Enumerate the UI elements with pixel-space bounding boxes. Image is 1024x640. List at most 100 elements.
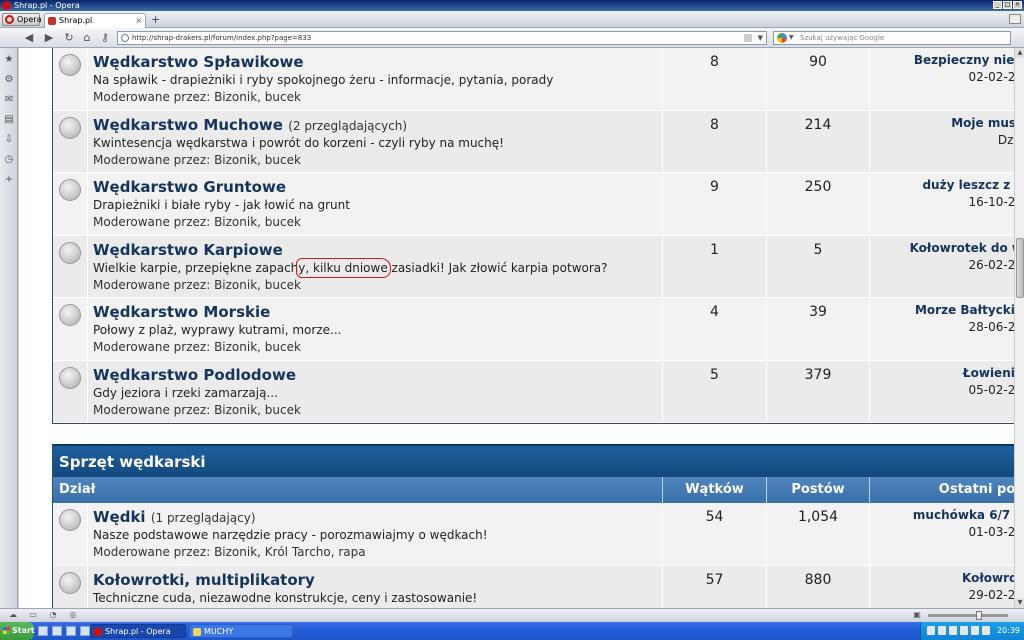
last-post-link[interactable]: Bezpieczny niep [914,53,1014,67]
last-post-date: Dzis [997,132,1014,147]
last-post-link[interactable]: Kołowrotek do w [910,241,1014,255]
back-icon[interactable]: ◀ [22,31,36,45]
start-button[interactable]: Start [0,622,35,640]
close-tab-icon[interactable]: × [135,14,142,27]
forum-row: Wędkarstwo Podlodowe Gdy jeziora i rzeki… [53,360,1014,423]
feed-icon[interactable] [744,34,752,42]
last-post-date: 05-02-20 [968,382,1014,397]
opera-menu-button[interactable]: Opera [2,13,42,26]
post-count: 1,054 [797,509,839,525]
settings-gear-icon[interactable]: ⚙ [3,74,15,86]
close-window-button[interactable]: × [1013,1,1022,9]
forum-title-link[interactable]: Wędkarstwo Spławikowe [93,53,304,71]
google-icon [777,33,787,43]
notes-icon[interactable]: ▤ [3,114,15,126]
bookmark-star-icon[interactable]: ★ [3,54,15,66]
add-panel-icon[interactable]: + [3,174,15,186]
forum-title-link[interactable]: Wędki [93,508,146,526]
search-field[interactable]: ▼ Szukaj używając Google [773,31,1011,45]
opera-menu-label: Opera [17,15,42,24]
forum-title-link[interactable]: Kołowrotki, multiplikatory [93,571,315,589]
forum-title-link[interactable]: Wędkarstwo Podlodowe [93,366,296,384]
key-icon[interactable]: ⚷ [98,31,112,45]
task-folder[interactable]: MUCHY [189,624,293,638]
scrollbar-thumb[interactable] [1016,238,1024,298]
security-icon[interactable] [982,626,990,635]
last-post-link[interactable]: Łowienie [963,366,1014,380]
opera-quicklaunch-icon[interactable] [80,626,90,636]
desktop-quicklaunch-icon[interactable] [52,626,62,636]
last-post-link[interactable]: Kołowrot [962,571,1014,585]
last-post-date: 02-02-20 [968,70,1014,84]
start-label: Start [12,626,35,635]
forum-description: Na spławik - drapieżniki i ryby spokojne… [93,73,554,87]
forum-status-icon [59,54,81,76]
turbo-icon[interactable]: ◔ [48,610,58,620]
speed-dial-icon[interactable]: ◎ [68,610,78,620]
volume-icon[interactable] [971,626,979,635]
forum-title-link[interactable]: Wędkarstwo Muchowe [93,116,283,134]
tab-list-icon[interactable] [1009,14,1021,24]
last-post-link[interactable]: duży leszcz z d [922,178,1014,192]
tab-shrap[interactable]: Shrap.pl × [44,13,146,28]
media-quicklaunch-icon[interactable] [66,626,76,636]
forum-status-icon [59,509,81,531]
shield-icon[interactable] [960,626,968,635]
forum-status-icon [59,304,81,326]
home-icon[interactable]: ⌂ [80,31,94,45]
panel-toggle-icon[interactable]: ▭ [28,610,38,620]
transfers-icon[interactable]: ⇩ [3,134,15,146]
zoom-slider-handle[interactable] [976,611,982,620]
forum-status-icon [59,366,81,389]
forum-title-link[interactable]: Wędkarstwo Karpiowe [93,241,283,259]
search-engine-dropdown-icon[interactable]: ▼ [789,32,794,44]
forum-title-link[interactable]: Wędkarstwo Morskie [93,303,270,321]
col-header-ostatni: Ostatni pos [870,477,1014,503]
ie-quicklaunch-icon[interactable] [38,626,48,636]
window-title-bar: Shrap.pl - Opera _ □ × [0,0,1024,11]
scroll-up-icon[interactable]: ▲ [1015,48,1024,58]
forum-row: Wędkarstwo Morskie Połowy z plaż, wypraw… [53,298,1014,361]
forward-icon[interactable]: ▶ [42,31,56,45]
history-icon[interactable]: ◷ [3,154,15,166]
forum-row: Kołowrotki, multiplikatory Techniczne cu… [53,565,1014,608]
forum-title-link[interactable]: Wędkarstwo Gruntowe [93,178,286,196]
view-icon[interactable]: ▣ [912,610,922,620]
task-opera[interactable]: Shrap.pl - Opera [90,624,186,638]
zoom-slider[interactable] [928,611,1008,620]
forum-description: Połowy z plaż, wyprawy kutrami, morze... [93,323,342,337]
scroll-down-icon[interactable]: ▼ [1015,598,1024,608]
last-post-link[interactable]: Morze Bałtyckie [915,303,1014,317]
red-annotation-circle [296,257,391,278]
col-header-dzial: Dział [53,477,663,503]
address-field[interactable]: http://shrap-drakers.pl/forum/index.php?… [117,31,767,45]
topic-count: 4 [710,304,719,320]
mail-icon[interactable]: ✉ [3,94,15,106]
folder-icon [193,628,201,636]
new-tab-icon[interactable]: + [151,13,160,26]
last-post-link[interactable]: muchówka 6/7 n [913,508,1014,522]
vertical-scrollbar[interactable]: ▲ ▼ [1014,48,1024,608]
minimize-button[interactable]: _ [993,1,1002,9]
network-icon[interactable] [949,626,957,635]
forum-description: Drapieżniki i białe ryby - jak łowić na … [93,198,350,212]
post-count: 39 [809,304,827,320]
last-post-date: 28-06-20 [968,320,1014,334]
forum-moderators: Moderowane przez: Bizonik, bucek [93,152,301,167]
forum-description: Nasze podstawowe narzędzie pracy - poroz… [93,528,488,542]
window-controls: _ □ × [993,1,1022,9]
side-panel: ★ ⚙ ✉ ▤ ⇩ ◷ + [0,48,18,608]
chevron-down-icon[interactable]: ▼ [758,32,763,44]
maximize-button[interactable]: □ [1003,1,1012,9]
cloud-icon[interactable]: ☁ [8,610,18,620]
language-icon[interactable] [927,626,935,635]
tray-app-icon[interactable] [938,626,946,635]
topic-count: 9 [710,179,719,195]
last-post-link[interactable]: Moje musz [951,116,1014,130]
reload-icon[interactable]: ↻ [62,31,76,45]
post-count: 90 [809,54,827,70]
last-post-date: 26-02-20 [968,257,1014,272]
taskbar: Start Shrap.pl - Opera MUCHY 20:39 [0,622,1024,640]
category-title[interactable]: Sprzęt wędkarski [53,444,1014,477]
forum-description: Kwintesencja wędkarstwa i powrót do korz… [93,135,504,150]
